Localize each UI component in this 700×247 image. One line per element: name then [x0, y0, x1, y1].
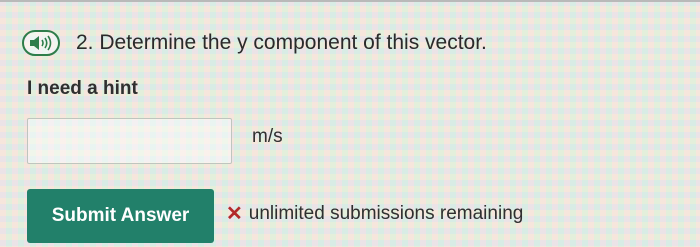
audio-play-button[interactable] [22, 30, 60, 56]
speaker-icon [30, 35, 52, 51]
question-prompt: Determine the y component of this vector… [99, 31, 487, 54]
question-number: 2. [76, 31, 94, 54]
submissions-status: ✕ unlimited submissions remaining [226, 201, 523, 226]
hint-link[interactable]: I need a hint [27, 78, 138, 100]
question-row: 2. Determine the y component of this vec… [22, 30, 487, 56]
unit-label: m/s [252, 126, 283, 147]
submit-answer-button[interactable]: Submit Answer [27, 189, 214, 243]
question-text: 2. Determine the y component of this vec… [76, 31, 487, 55]
answer-input[interactable] [27, 118, 232, 164]
x-icon: ✕ [226, 203, 243, 225]
submissions-text: unlimited submissions remaining [248, 202, 524, 224]
top-divider [0, 0, 700, 2]
